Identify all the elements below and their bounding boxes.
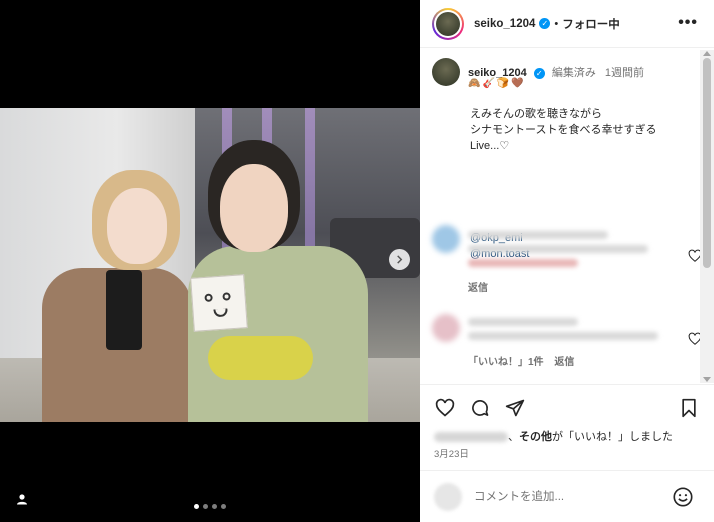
current-user-avatar <box>434 483 462 511</box>
post-header: seiko_1204 ✓ • フォロー中 ••• <box>420 0 714 48</box>
carousel-dot <box>194 504 199 509</box>
comment-input[interactable] <box>474 488 664 506</box>
caption-emojis: 🙈🎸🍞🤎 <box>468 78 526 89</box>
user-icon <box>17 494 27 505</box>
likes-others-link[interactable]: その他 <box>519 431 552 443</box>
verified-badge-icon: ✓ <box>533 68 545 79</box>
comment-reply-button[interactable]: 返信 <box>468 279 488 294</box>
emoji-picker-icon[interactable] <box>672 486 694 508</box>
commenter-avatar[interactable] <box>432 225 460 253</box>
tagged-users-button[interactable] <box>14 491 30 507</box>
carousel-dot <box>212 504 217 509</box>
like-button[interactable] <box>434 397 456 419</box>
following-button[interactable]: フォロー中 <box>562 16 620 32</box>
caption-avatar[interactable] <box>432 58 460 86</box>
more-options-icon[interactable]: ••• <box>678 14 698 32</box>
paper-plane-icon <box>505 399 525 417</box>
commenter-avatar[interactable] <box>432 314 460 342</box>
carousel-dot <box>203 504 208 509</box>
username-link[interactable]: seiko_1204 <box>474 18 535 30</box>
save-button[interactable] <box>678 397 700 419</box>
post-date[interactable]: 3月23日 <box>434 446 469 460</box>
verified-badge-icon: ✓ <box>539 18 551 29</box>
toast-card <box>190 274 248 332</box>
likes-separator: 、 <box>508 431 519 443</box>
post-caption: seiko_1204 ✓ 編集済み 1週間前 🙈🎸🍞🤎 えみそんの歌を聴きながら… <box>432 58 702 260</box>
comments-scrollbar[interactable] <box>700 50 714 383</box>
share-button[interactable] <box>504 397 526 419</box>
post-photo <box>0 108 420 422</box>
liker-name-blurred[interactable] <box>434 432 508 443</box>
comment-icon <box>472 400 489 416</box>
post-actions <box>420 384 714 430</box>
likes-suffix: が「いいね！」しました <box>552 431 673 443</box>
comment-button[interactable] <box>469 397 491 419</box>
edited-label: 編集済み <box>551 67 596 79</box>
carousel-dot <box>221 504 226 509</box>
likes-summary[interactable]: 、その他が「いいね！」しました <box>434 428 673 444</box>
carousel-indicator <box>194 504 226 509</box>
avatar[interactable] <box>432 7 464 40</box>
caption-text: えみそんの歌を聴きながら シナモントーストを食べる幸せすぎる Live...♡ <box>470 108 657 152</box>
chevron-right-icon <box>397 255 403 264</box>
heart-icon <box>435 398 455 417</box>
comment-likes-count[interactable]: 「いいね！」1件 <box>468 357 544 368</box>
carousel-next-button[interactable] <box>389 249 410 270</box>
media-viewer <box>0 0 420 522</box>
separator-dot: • <box>554 17 559 30</box>
add-comment-bar <box>420 470 714 522</box>
bookmark-icon <box>682 398 696 418</box>
caption-timestamp[interactable]: 1週間前 <box>605 67 644 79</box>
comment-reply-button[interactable]: 返信 <box>554 357 574 368</box>
